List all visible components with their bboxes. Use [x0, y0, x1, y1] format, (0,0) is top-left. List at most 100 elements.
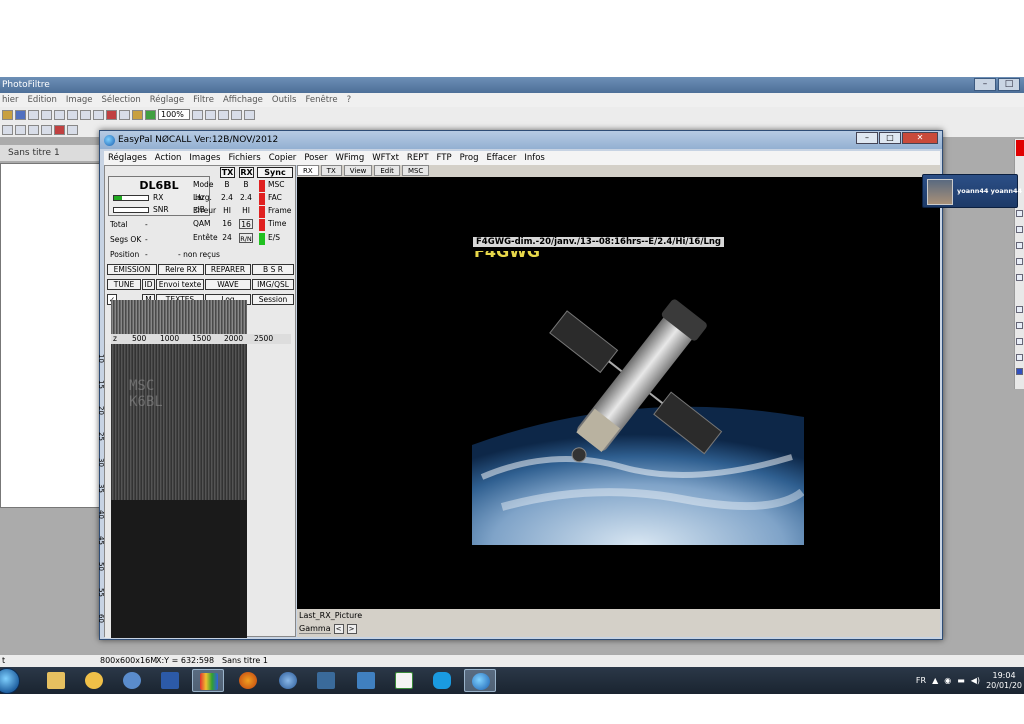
menu-copier[interactable]: Copier — [269, 151, 297, 165]
thunderbird-icon[interactable] — [272, 669, 304, 692]
text-icon[interactable] — [119, 109, 130, 120]
language-indicator[interactable]: FR — [916, 676, 926, 685]
menu-wfimg[interactable]: WFimg — [336, 151, 365, 165]
start-button[interactable] — [0, 668, 20, 694]
crop-icon[interactable] — [106, 109, 117, 120]
color-swatch[interactable] — [1016, 140, 1024, 156]
document-canvas[interactable] — [0, 163, 100, 508]
undo-icon[interactable] — [54, 109, 65, 120]
tool-icon[interactable] — [1016, 226, 1023, 233]
menu-ftp[interactable]: FTP — [437, 151, 452, 165]
tool-icon[interactable] — [1016, 354, 1023, 361]
menu-affichage[interactable]: Affichage — [223, 93, 263, 107]
skype-icon[interactable] — [426, 669, 458, 692]
filter-tool-icon[interactable] — [54, 124, 65, 135]
tab-view[interactable]: View — [343, 165, 373, 176]
close-button[interactable]: ✕ — [902, 132, 938, 144]
menu-infos[interactable]: Infos — [524, 151, 545, 165]
menu-images[interactable]: Images — [189, 151, 220, 165]
menu-filtre[interactable]: Filtre — [193, 93, 214, 107]
print-icon[interactable] — [28, 109, 39, 120]
menu-wftxt[interactable]: WFTxt — [372, 151, 399, 165]
tool-icon[interactable] — [1016, 274, 1023, 281]
menu-poser[interactable]: Poser — [304, 151, 327, 165]
paste-icon[interactable] — [93, 109, 104, 120]
tool-icon[interactable] — [1016, 338, 1023, 345]
session-button[interactable]: Session — [252, 294, 294, 305]
maximize-button[interactable]: □ — [998, 78, 1020, 91]
tab-rx[interactable]: RX — [297, 165, 319, 176]
sstv-icon[interactable] — [350, 669, 382, 692]
word-icon[interactable] — [154, 669, 186, 692]
tool-icon[interactable] — [1016, 368, 1023, 375]
tab-tx[interactable]: TX — [320, 165, 342, 176]
bsr-button[interactable]: B S R — [252, 264, 294, 275]
monitor-icon[interactable] — [310, 669, 342, 692]
filter-tool-icon[interactable] — [2, 124, 13, 135]
gamma-increase-button[interactable]: > — [346, 624, 357, 634]
menu-action[interactable]: Action — [155, 151, 182, 165]
menu-image[interactable]: Image — [66, 93, 93, 107]
menu-prog[interactable]: Prog — [460, 151, 479, 165]
fit-icon[interactable] — [218, 109, 229, 120]
open-icon[interactable] — [2, 109, 13, 120]
power-icon[interactable]: ▬ — [957, 676, 965, 685]
explorer-icon[interactable] — [40, 669, 72, 692]
filter-tool-icon[interactable] — [28, 124, 39, 135]
zoom-select[interactable]: 100% — [158, 109, 190, 120]
firefox-icon[interactable] — [232, 669, 264, 692]
id-button[interactable]: ID — [142, 279, 155, 290]
photofiltre-icon[interactable] — [192, 669, 224, 692]
maximize-button[interactable]: □ — [879, 132, 901, 144]
tab-edit[interactable]: Edit — [374, 165, 400, 176]
menu-fenetre[interactable]: Fenêtre — [305, 93, 337, 107]
gamma-decrease-button[interactable]: < — [333, 624, 344, 634]
minimize-button[interactable]: – — [856, 132, 878, 144]
tune-button[interactable]: TUNE — [107, 279, 141, 290]
menu-selection[interactable]: Sélection — [102, 93, 141, 107]
menu-fichiers[interactable]: Fichiers — [228, 151, 260, 165]
document-tab[interactable]: Sans titre 1 — [0, 145, 100, 161]
settings-icon[interactable] — [116, 669, 148, 692]
redo-icon[interactable] — [67, 109, 78, 120]
filter-tool-icon[interactable] — [67, 124, 78, 135]
scan-icon[interactable] — [41, 109, 52, 120]
zoom-out-icon[interactable] — [205, 109, 216, 120]
plugin-icon[interactable] — [132, 109, 143, 120]
menu-rept[interactable]: REPT — [407, 151, 429, 165]
clock[interactable]: 19:04 20/01/20 — [986, 671, 1022, 691]
menu-effacer[interactable]: Effacer — [486, 151, 516, 165]
save-icon[interactable] — [15, 109, 26, 120]
menu-outils[interactable]: Outils — [272, 93, 297, 107]
contact-notification[interactable]: yoann44 yoann44 — [922, 174, 1022, 208]
tool-icon[interactable] — [1016, 242, 1023, 249]
menu-reglage[interactable]: Réglage — [150, 93, 184, 107]
menu-file[interactable]: hier — [2, 93, 18, 107]
filter-tool-icon[interactable] — [41, 124, 52, 135]
actual-size-icon[interactable] — [231, 109, 242, 120]
envoi-texte-button[interactable]: Envoi texte — [156, 279, 204, 290]
relire-rx-button[interactable]: Relre RX — [158, 264, 204, 275]
tool-icon[interactable] — [1016, 210, 1023, 217]
emission-button[interactable]: EMISSION — [107, 264, 157, 275]
easypal-icon[interactable] — [464, 669, 496, 692]
tool-icon[interactable] — [1016, 306, 1023, 313]
tab-msc[interactable]: MSC — [401, 165, 430, 176]
copy-icon[interactable] — [80, 109, 91, 120]
reparer-button[interactable]: REPARER — [205, 264, 251, 275]
wave-button[interactable]: WAVE — [205, 279, 251, 290]
menu-edition[interactable]: Edition — [27, 93, 56, 107]
minimize-button[interactable]: – — [974, 78, 996, 91]
filter-tool-icon[interactable] — [15, 124, 26, 135]
zoom-in-icon[interactable] — [192, 109, 203, 120]
garden-icon[interactable] — [388, 669, 420, 692]
menu-help[interactable]: ? — [347, 93, 352, 107]
photo-viewer-icon[interactable] — [78, 669, 110, 692]
network-icon[interactable]: ◉ — [944, 676, 951, 685]
filter-icon[interactable] — [145, 109, 156, 120]
menu-reglages[interactable]: Réglages — [108, 151, 147, 165]
tool-icon[interactable] — [1016, 258, 1023, 265]
tool-icon[interactable] — [1016, 322, 1023, 329]
volume-icon[interactable]: ◀) — [971, 676, 980, 685]
fullscreen-icon[interactable] — [244, 109, 255, 120]
